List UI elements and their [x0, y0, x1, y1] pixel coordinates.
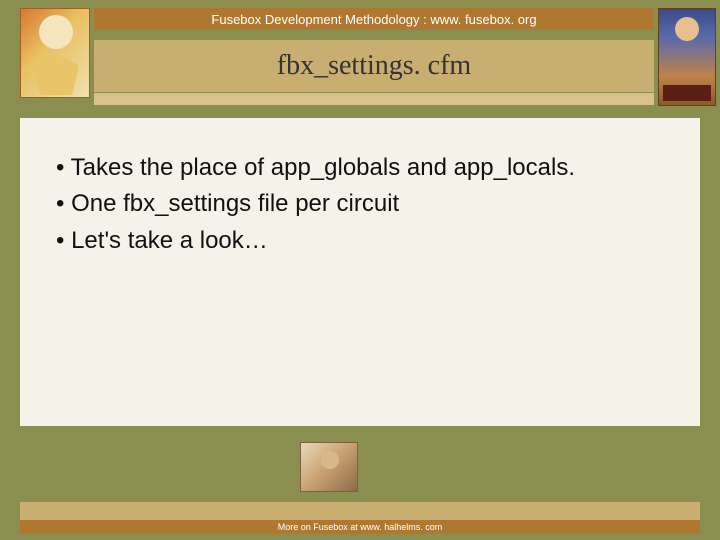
list-item: Takes the place of app_globals and app_l… — [44, 152, 676, 184]
decorative-image-center — [300, 442, 358, 492]
top-bar: Fusebox Development Methodology : www. f… — [94, 8, 654, 30]
content-area: Takes the place of app_globals and app_l… — [20, 118, 700, 426]
list-item: One fbx_settings file per circuit — [44, 188, 676, 220]
slide-title: fbx_settings. cfm — [277, 50, 471, 82]
header-area: Fusebox Development Methodology : www. f… — [0, 0, 720, 114]
list-item: Let's take a look… — [44, 225, 676, 257]
title-bar: fbx_settings. cfm — [94, 40, 654, 92]
decorative-image-left — [20, 8, 90, 98]
footer-text: More on Fusebox at www. halhelms. com — [278, 522, 443, 532]
footer-bar: More on Fusebox at www. halhelms. com — [20, 520, 700, 534]
footer-band — [20, 502, 700, 522]
bullet-list: Takes the place of app_globals and app_l… — [44, 152, 676, 257]
sub-bar — [94, 93, 654, 105]
footer-area: More on Fusebox at www. halhelms. com — [0, 432, 720, 540]
decorative-image-right — [658, 8, 716, 106]
top-bar-text: Fusebox Development Methodology : www. f… — [211, 12, 536, 27]
